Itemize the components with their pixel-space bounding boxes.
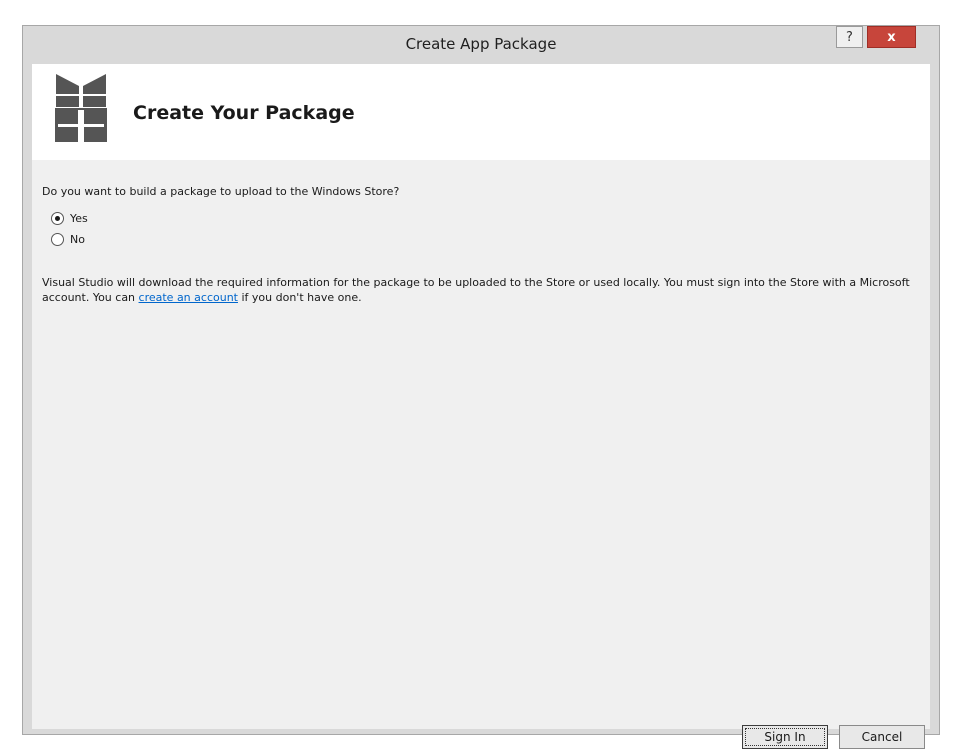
info-text: Visual Studio will download the required…: [42, 275, 912, 305]
radio-no-label[interactable]: No: [70, 233, 85, 246]
sign-in-button[interactable]: Sign In: [742, 725, 828, 749]
close-button[interactable]: x: [867, 26, 916, 48]
cancel-button[interactable]: Cancel: [839, 725, 925, 749]
radio-yes[interactable]: Yes: [51, 212, 88, 225]
radio-selected-dot: [55, 216, 60, 221]
radio-yes-indicator[interactable]: [51, 212, 64, 225]
question-label: Do you want to build a package to upload…: [42, 185, 400, 198]
radio-no[interactable]: No: [51, 233, 85, 246]
page: Create App Package ? x Create Your Packa…: [0, 0, 959, 750]
gift-icon: [55, 74, 107, 142]
dialog-content: Create Your Package Do you want to build…: [32, 64, 930, 749]
header-banner: Create Your Package: [32, 64, 930, 160]
dialog-window: Create App Package ? x Create Your Packa…: [22, 25, 940, 749]
help-button[interactable]: ?: [836, 26, 863, 48]
info-text-after: if you don't have one.: [237, 291, 362, 304]
title-bar[interactable]: Create App Package ? x: [23, 26, 939, 64]
radio-no-indicator[interactable]: [51, 233, 64, 246]
help-icon: ?: [846, 29, 853, 45]
radio-yes-label[interactable]: Yes: [70, 212, 88, 225]
page-title: Create Your Package: [133, 102, 355, 124]
close-icon: x: [887, 29, 896, 45]
sign-in-label: Sign In: [764, 730, 806, 744]
create-account-link[interactable]: create an account: [139, 291, 238, 304]
cancel-label: Cancel: [861, 730, 903, 744]
window-title: Create App Package: [405, 35, 557, 53]
